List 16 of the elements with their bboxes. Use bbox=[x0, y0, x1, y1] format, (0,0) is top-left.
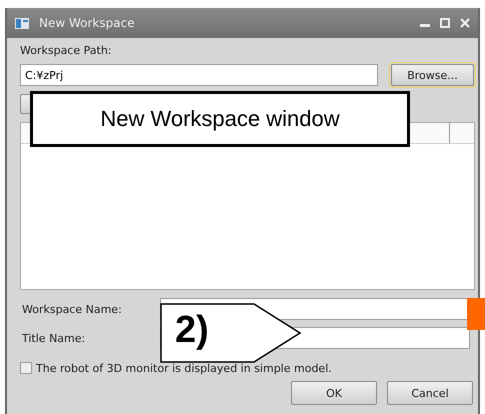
workspace-path-field[interactable]: C:¥zPrj bbox=[20, 64, 378, 86]
step-arrow-tooltip: 2) bbox=[160, 303, 302, 363]
title-name-label: Title Name: bbox=[21, 332, 86, 344]
browse-button[interactable]: Browse... bbox=[391, 64, 474, 86]
edge-marker bbox=[467, 298, 485, 330]
simple-model-checkbox[interactable] bbox=[20, 362, 32, 374]
workspace-path-label: Workspace Path: bbox=[20, 44, 112, 58]
cancel-button[interactable]: Cancel bbox=[387, 381, 473, 405]
close-icon[interactable] bbox=[460, 18, 470, 28]
workspace-name-label: Workspace Name: bbox=[21, 302, 123, 316]
window-app-icon bbox=[15, 18, 29, 28]
caption-tooltip: New Workspace window bbox=[30, 91, 410, 147]
maximize-icon[interactable] bbox=[440, 18, 450, 28]
simple-model-label: The robot of 3D monitor is displayed in simple model. bbox=[36, 362, 332, 374]
window-title: New Workspace bbox=[39, 16, 135, 30]
ok-button[interactable]: OK bbox=[291, 381, 377, 405]
